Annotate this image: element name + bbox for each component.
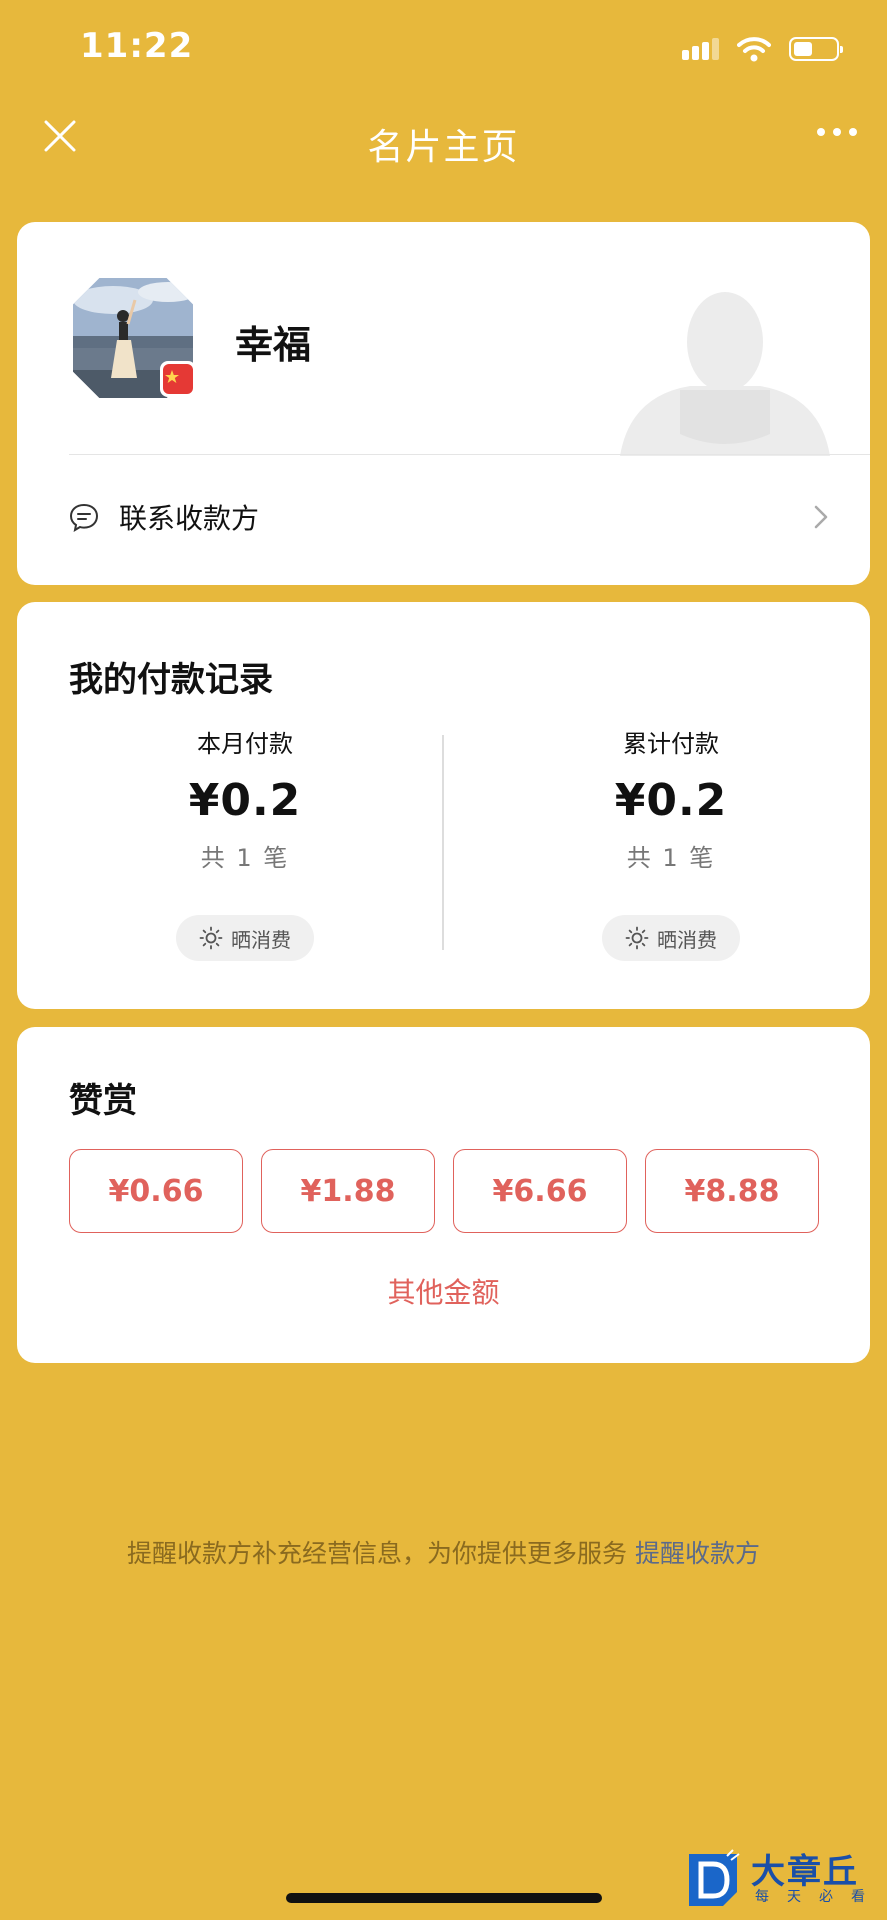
reminder-text: 提醒收款方补充经营信息，为你提供更多服务 — [126, 1539, 627, 1568]
total-payment: 累计付款 ¥0.2 共 1 笔 晒消费 — [521, 724, 821, 961]
reward-card: 赞赏 ¥0.66 ¥1.88 ¥6.66 ¥8.88 其他金额 — [17, 1027, 870, 1363]
this-month-payment: 本月付款 ¥0.2 共 1 笔 晒消费 — [95, 724, 395, 961]
this-month-amount: ¥0.2 — [188, 775, 302, 826]
payment-records-card: 我的付款记录 本月付款 ¥0.2 共 1 笔 晒消费 累计付款 ¥0.2 共 1… — [17, 602, 870, 1009]
reward-amount-button[interactable]: ¥1.88 — [261, 1149, 435, 1233]
contact-payee-row[interactable]: 联系收款方 — [69, 487, 830, 547]
watermark-logo — [689, 1849, 740, 1906]
profile-name: 幸福 — [235, 323, 312, 367]
reward-amount-button[interactable]: ¥8.88 — [645, 1149, 819, 1233]
more-icon[interactable] — [817, 128, 857, 136]
home-indicator[interactable] — [286, 1893, 602, 1903]
reward-title: 赞赏 — [69, 1081, 137, 1121]
reward-options: ¥0.66 ¥1.88 ¥6.66 ¥8.88 — [69, 1149, 819, 1233]
status-time: 11:22 — [80, 26, 194, 66]
chevron-right-icon — [814, 505, 828, 529]
battery-icon — [789, 37, 843, 61]
reward-amount-button[interactable]: ¥0.66 — [69, 1149, 243, 1233]
remind-payee-link[interactable]: 提醒收款方 — [635, 1539, 760, 1568]
this-month-label: 本月付款 — [197, 730, 293, 758]
signal-icon — [682, 38, 719, 60]
sun-icon — [625, 926, 649, 950]
share-spending-label: 晒消费 — [231, 927, 291, 952]
this-month-count: 共 1 笔 — [200, 844, 290, 872]
status-icons — [682, 34, 843, 64]
page-title: 名片主页 — [367, 127, 520, 168]
share-spending-button[interactable]: 晒消费 — [602, 915, 740, 961]
chat-bubble-icon — [69, 503, 99, 532]
divider — [69, 454, 870, 455]
reward-amount-button[interactable]: ¥6.66 — [453, 1149, 627, 1233]
total-amount: ¥0.2 — [614, 775, 728, 826]
china-flag-icon — [160, 361, 196, 397]
avatar[interactable] — [73, 278, 196, 398]
contact-payee-label: 联系收款方 — [119, 502, 260, 535]
sun-icon — [199, 926, 223, 950]
wifi-icon — [737, 37, 771, 62]
share-spending-button[interactable]: 晒消费 — [176, 915, 314, 961]
total-label: 累计付款 — [623, 730, 719, 758]
other-amount-link[interactable]: 其他金额 — [17, 1271, 870, 1311]
total-count: 共 1 笔 — [626, 844, 716, 872]
watermark-sub: 每天必看 — [755, 1889, 883, 1905]
watermark: 大章丘 每天必看 — [683, 1842, 883, 1914]
share-spending-label: 晒消费 — [657, 927, 717, 952]
column-divider — [442, 735, 444, 950]
reminder: 提醒收款方补充经营信息，为你提供更多服务 提醒收款方 — [0, 1534, 887, 1570]
profile-card: 幸福 联系收款方 — [17, 222, 870, 585]
payment-records-title: 我的付款记录 — [69, 660, 273, 700]
user-silhouette-icon — [620, 292, 830, 456]
